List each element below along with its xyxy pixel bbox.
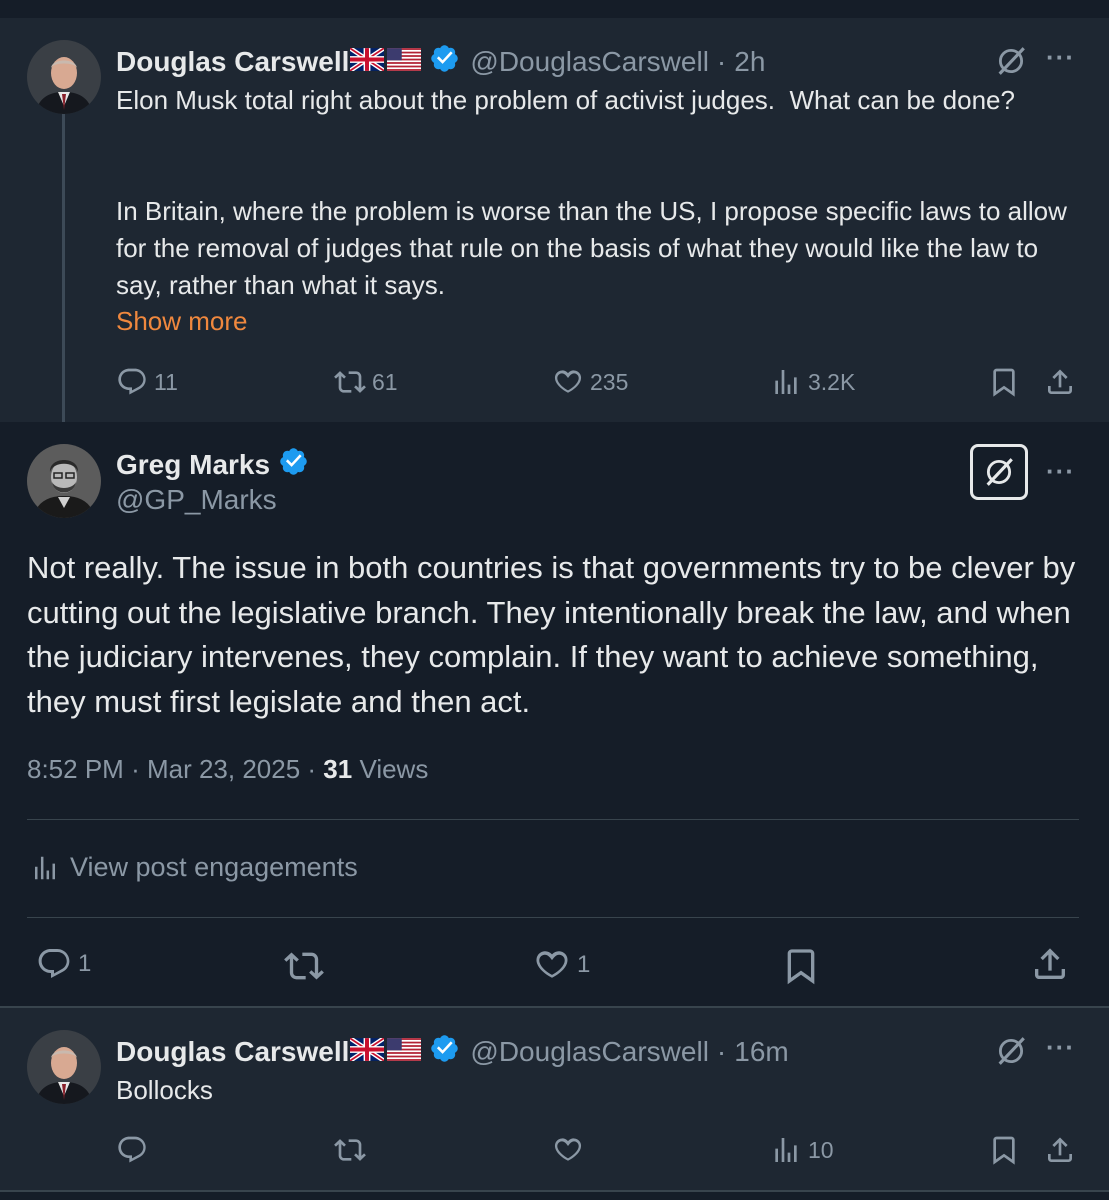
- author-handle[interactable]: @GP_Marks: [116, 484, 277, 516]
- bookmark-icon: [781, 946, 821, 986]
- repost-button[interactable]: [334, 1134, 366, 1166]
- verified-icon: [429, 1033, 460, 1071]
- reply-button[interactable]: 11: [116, 366, 178, 398]
- bookmark-button[interactable]: [781, 946, 821, 986]
- bookmark-button[interactable]: [988, 1134, 1020, 1166]
- repost-button[interactable]: [284, 946, 324, 986]
- grok-icon: [982, 455, 1016, 489]
- avatar[interactable]: [27, 1030, 101, 1104]
- views-icon: [770, 1134, 802, 1166]
- reply-count: 1: [78, 950, 92, 977]
- share-icon: [1044, 366, 1076, 398]
- like-count: 235: [590, 368, 629, 395]
- grok-icon[interactable]: [994, 44, 1028, 83]
- us-flag-icon: [387, 1036, 421, 1068]
- separator-dot: ·: [716, 1036, 727, 1067]
- repost-button[interactable]: 61: [334, 366, 398, 398]
- us-flag-icon: [387, 46, 421, 78]
- like-button[interactable]: [552, 1134, 584, 1166]
- verified-icon: [278, 446, 309, 484]
- uk-flag-icon: [350, 1036, 384, 1068]
- post-time[interactable]: 16m: [734, 1036, 788, 1068]
- reply-icon: [116, 366, 148, 398]
- views-count: 31: [323, 754, 353, 784]
- divider: [27, 819, 1079, 820]
- bookmark-button[interactable]: [988, 366, 1020, 398]
- engagements-label: View post engagements: [70, 852, 358, 882]
- post-text: Elon Musk total right about the problem …: [116, 85, 1015, 115]
- reply-button[interactable]: [116, 1134, 148, 1166]
- bookmark-icon: [988, 366, 1020, 398]
- author-handle[interactable]: @DouglasCarswell: [470, 1036, 709, 1068]
- top-strip: [0, 0, 1109, 18]
- views-button[interactable]: 3.2K: [770, 366, 855, 398]
- bottom-strip: [0, 1190, 1109, 1200]
- share-icon: [1030, 944, 1070, 984]
- post-date[interactable]: Mar 23, 2025: [147, 754, 300, 784]
- author-line: Greg Marks: [116, 446, 309, 484]
- post-text: Bollocks: [116, 1075, 213, 1105]
- grok-button[interactable]: [970, 444, 1028, 500]
- post-text-paragraph: In Britain, where the problem is worse t…: [116, 196, 1075, 300]
- reply-icon: [116, 1134, 148, 1166]
- post-meta: 8:52 PM · Mar 23, 2025 · 31 Views: [27, 754, 429, 784]
- grok-icon[interactable]: [994, 1034, 1028, 1073]
- views-count: 10: [808, 1136, 834, 1163]
- author-name[interactable]: Greg Marks: [116, 449, 270, 481]
- verified-icon: [429, 43, 460, 81]
- divider: [27, 917, 1079, 918]
- view-engagements-button[interactable]: View post engagements: [30, 852, 358, 883]
- avatar[interactable]: [27, 40, 101, 114]
- share-button[interactable]: [1044, 1134, 1076, 1166]
- author-name[interactable]: Douglas Carswell: [116, 46, 349, 78]
- views-label: Views: [359, 754, 429, 784]
- avatar[interactable]: [27, 444, 101, 518]
- post-time[interactable]: 2h: [734, 46, 765, 78]
- more-icon[interactable]: ···: [1046, 1032, 1075, 1063]
- like-icon: [533, 946, 571, 984]
- repost-icon: [334, 1134, 366, 1166]
- share-button[interactable]: [1030, 944, 1070, 984]
- like-button[interactable]: 235: [552, 366, 628, 398]
- post-text: Not really. The issue in both countries …: [27, 550, 1076, 719]
- author-name[interactable]: Douglas Carswell: [116, 1036, 349, 1068]
- views-icon: [30, 853, 60, 883]
- author-handle[interactable]: @DouglasCarswell: [470, 46, 709, 78]
- reply-icon: [36, 946, 72, 982]
- like-icon: [552, 366, 584, 398]
- author-handle-line: @GP_Marks: [116, 484, 277, 516]
- views-count: 3.2K: [808, 368, 856, 395]
- share-button[interactable]: [1044, 366, 1076, 398]
- like-count: 1: [577, 951, 591, 978]
- show-more-link[interactable]: Show more: [116, 306, 248, 337]
- more-icon[interactable]: ···: [1046, 42, 1075, 73]
- reply-button[interactable]: 1: [36, 946, 91, 982]
- share-icon: [1044, 1134, 1076, 1166]
- like-button[interactable]: 1: [533, 946, 590, 984]
- repost-icon: [334, 366, 366, 398]
- repost-icon: [284, 946, 324, 986]
- post-time[interactable]: 8:52 PM: [27, 754, 124, 784]
- views-icon: [770, 366, 802, 398]
- uk-flag-icon: [350, 46, 384, 78]
- reply-count: 11: [154, 368, 178, 395]
- like-icon: [552, 1134, 584, 1166]
- repost-count: 61: [372, 368, 398, 395]
- author-line: Douglas Carswell @DouglasCarswell · 2h: [116, 43, 765, 81]
- thread-line: [62, 104, 65, 436]
- bookmark-icon: [988, 1134, 1020, 1166]
- author-line: Douglas Carswell @DouglasCarswell · 16m: [116, 1033, 789, 1071]
- more-icon[interactable]: ···: [1046, 456, 1075, 487]
- views-button[interactable]: 10: [770, 1134, 834, 1166]
- separator-dot: ·: [716, 46, 727, 77]
